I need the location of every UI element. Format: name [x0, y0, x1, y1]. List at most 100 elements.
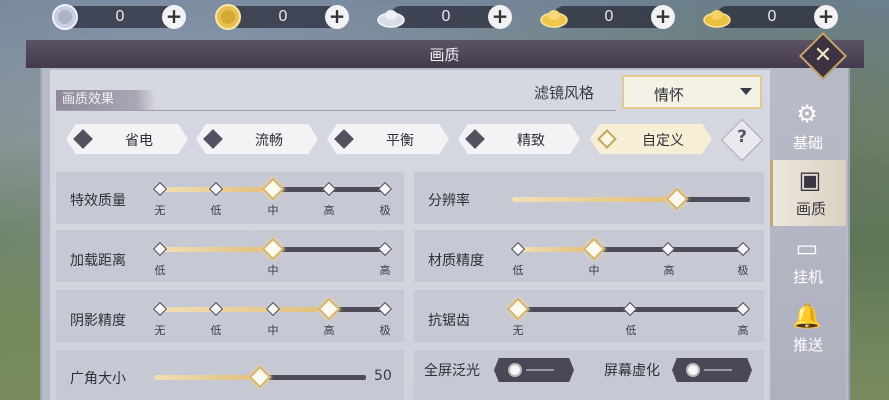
picture-icon: ▣	[798, 166, 822, 194]
chevron-down-icon	[740, 88, 752, 95]
preset-label: 精致	[517, 133, 545, 149]
tick-label: 高	[379, 264, 391, 277]
tick-label: 低	[154, 264, 166, 277]
toggle-knob	[508, 363, 522, 377]
tab-label: 挂机	[792, 268, 823, 286]
slider-node[interactable]	[208, 301, 224, 317]
screen-blur-toggle[interactable]	[672, 358, 752, 382]
tick-label: 极	[737, 264, 749, 277]
add-currency-button[interactable]: +	[325, 5, 349, 29]
tick-label: 中	[267, 204, 279, 217]
setting-toggles: 全屏泛光 屏幕虚化	[414, 350, 764, 400]
add-currency-button[interactable]: +	[162, 5, 186, 29]
setting-label: 抗锯齿	[428, 313, 470, 329]
preset-fine[interactable]: 精致	[458, 124, 580, 154]
slider-thumb[interactable]	[317, 297, 341, 321]
toggle-track-line	[704, 369, 732, 371]
preset-label: 自定义	[642, 133, 684, 149]
slider-node[interactable]	[377, 301, 393, 317]
setting-shadow-quality: 阴影精度 无 低 中 高 极	[56, 290, 404, 342]
add-currency-button[interactable]: +	[651, 5, 675, 29]
currency-bar: 0 + 0 + 0 + 0 + 0 +	[50, 0, 850, 34]
side-tabs: ⚙ 基础 ▣ 画质 ▭ 挂机 🔔 推送	[770, 92, 846, 400]
silver-ingot-icon	[377, 10, 405, 28]
preset-power-save[interactable]: 省电	[66, 124, 188, 154]
slider-node[interactable]	[265, 301, 281, 317]
setting-label: 加载距离	[70, 253, 126, 269]
tick-label: 无	[154, 204, 166, 217]
setting-label: 阴影精度	[70, 313, 126, 329]
slider-node[interactable]	[735, 301, 751, 317]
setting-antialias: 抗锯齿 无 低 高	[414, 290, 764, 342]
setting-label: 全屏泛光	[424, 363, 480, 379]
texture-quality-slider[interactable]	[518, 247, 744, 252]
gold-coin-icon	[215, 4, 241, 30]
tab-push[interactable]: 🔔 推送	[770, 296, 846, 362]
help-icon[interactable]: ?	[727, 127, 757, 147]
filter-style-select[interactable]: 情怀	[622, 75, 762, 109]
slider-node[interactable]	[660, 241, 676, 257]
section-title: 画质效果	[56, 90, 156, 110]
slider-node[interactable]	[152, 241, 168, 257]
slider-node[interactable]	[622, 301, 638, 317]
slider-node[interactable]	[321, 181, 337, 197]
tab-label: 基础	[792, 134, 823, 152]
slider-thumb[interactable]	[261, 177, 285, 201]
tick-label: 高	[663, 264, 675, 277]
slider-node[interactable]	[152, 181, 168, 197]
preset-smooth[interactable]: 流畅	[196, 124, 318, 154]
gear-icon: ⚙	[796, 100, 818, 128]
slider-thumb[interactable]	[665, 187, 689, 211]
tab-label: 画质	[795, 200, 826, 218]
section-divider	[56, 110, 616, 111]
preset-balanced[interactable]: 平衡	[327, 124, 449, 154]
slider-thumb[interactable]	[582, 237, 606, 261]
setting-fov: 广角大小 50	[56, 350, 404, 400]
tab-graphics[interactable]: ▣ 画质	[770, 160, 846, 226]
preset-label: 平衡	[386, 133, 414, 149]
add-currency-button[interactable]: +	[814, 5, 838, 29]
diamond-icon	[334, 129, 354, 149]
currency-gold-ingot-2: 0 +	[702, 3, 842, 31]
bell-icon: 🔔	[792, 302, 822, 330]
preset-label: 省电	[125, 133, 153, 149]
setting-label: 屏幕虚化	[604, 363, 660, 379]
tick-label: 低	[512, 264, 524, 277]
slider-node[interactable]	[208, 181, 224, 197]
preset-label: 流畅	[255, 133, 283, 149]
tick-label: 低	[625, 324, 637, 337]
monitor-icon: ▭	[795, 234, 819, 262]
slider-thumb[interactable]	[506, 297, 530, 321]
panel-title: 画质	[429, 46, 460, 64]
diamond-icon	[73, 129, 93, 149]
tab-basic[interactable]: ⚙ 基础	[770, 94, 846, 160]
filter-label: 滤镜风格	[534, 84, 595, 102]
slider-node[interactable]	[735, 241, 751, 257]
tab-idle[interactable]: ▭ 挂机	[770, 228, 846, 294]
setting-label: 分辨率	[428, 193, 470, 209]
setting-load-distance: 加载距离 低 中 高	[56, 230, 404, 282]
tick-label: 中	[267, 324, 279, 337]
slider-thumb[interactable]	[261, 237, 285, 261]
slider-node[interactable]	[377, 241, 393, 257]
currency-value: 0	[767, 8, 777, 25]
setting-resolution: 分辨率	[414, 172, 764, 224]
tick-label: 高	[737, 324, 749, 337]
tick-label: 极	[379, 324, 391, 337]
fov-value: 50	[374, 368, 392, 384]
slider-node[interactable]	[377, 181, 393, 197]
bloom-toggle[interactable]	[494, 358, 574, 382]
add-currency-button[interactable]: +	[488, 5, 512, 29]
close-icon[interactable]: ✕	[806, 39, 840, 73]
slider-thumb[interactable]	[248, 365, 272, 389]
currency-value: 0	[115, 8, 125, 25]
diamond-icon	[465, 129, 485, 149]
tick-label: 高	[323, 324, 335, 337]
slider-node[interactable]	[152, 301, 168, 317]
currency-gold-ingot: 0 +	[539, 3, 679, 31]
resolution-slider[interactable]	[512, 197, 750, 202]
slider-node[interactable]	[510, 241, 526, 257]
gold-ingot-icon	[540, 10, 568, 28]
toggle-track-line	[526, 369, 554, 371]
preset-custom[interactable]: 自定义	[590, 124, 712, 154]
